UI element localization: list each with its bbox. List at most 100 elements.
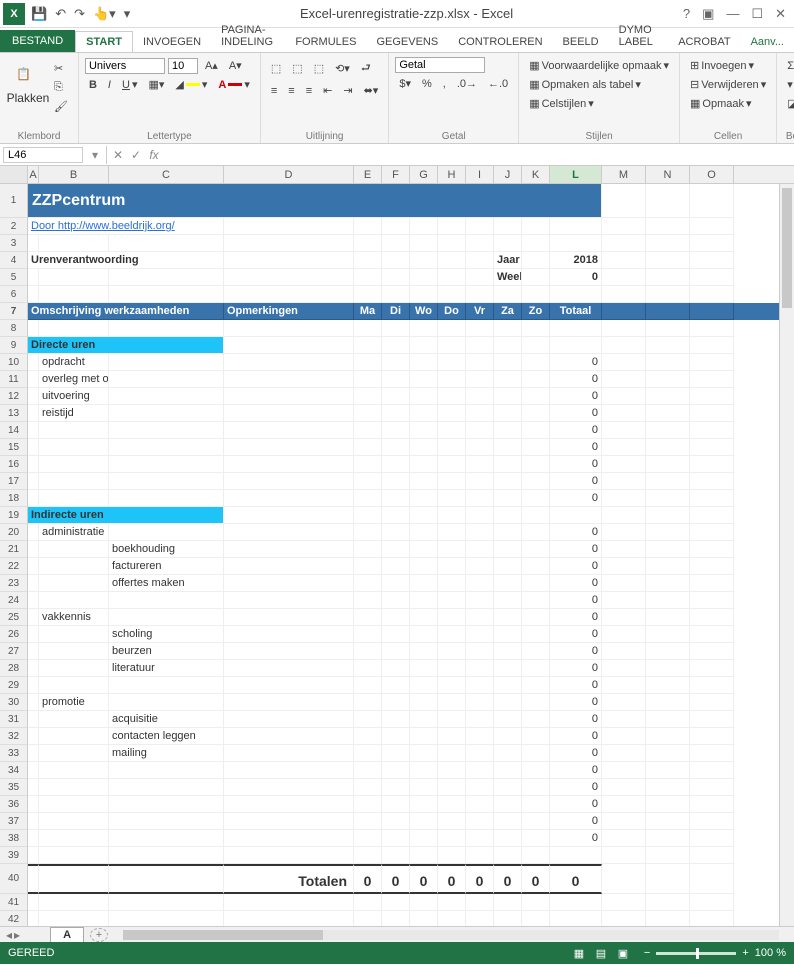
row-header-11[interactable]: 11	[0, 371, 28, 388]
cell[interactable]	[522, 337, 550, 354]
cell[interactable]	[109, 405, 224, 422]
cell[interactable]	[382, 609, 410, 626]
cell[interactable]	[382, 643, 410, 660]
cell[interactable]	[494, 711, 522, 728]
cell[interactable]: 0	[550, 524, 602, 541]
cell[interactable]: mailing	[109, 745, 224, 762]
cell[interactable]	[39, 745, 109, 762]
cell[interactable]	[354, 354, 382, 371]
cell[interactable]	[109, 694, 224, 711]
row-header-31[interactable]: 31	[0, 711, 28, 728]
cell[interactable]	[28, 911, 39, 926]
cell[interactable]	[224, 813, 354, 830]
cell[interactable]	[354, 235, 382, 252]
cell[interactable]	[646, 796, 690, 813]
cell[interactable]	[494, 473, 522, 490]
cell[interactable]: uitvoering	[39, 388, 109, 405]
cell[interactable]	[438, 911, 466, 926]
cell[interactable]	[410, 354, 438, 371]
cell[interactable]	[224, 745, 354, 762]
cond-format-button[interactable]: ▦Voorwaardelijke opmaak ▾	[525, 57, 673, 74]
cell[interactable]	[39, 779, 109, 796]
cell[interactable]	[522, 354, 550, 371]
cell[interactable]	[224, 388, 354, 405]
cell[interactable]	[602, 371, 646, 388]
touch-icon[interactable]: 👆▾	[93, 6, 116, 22]
cell[interactable]	[522, 286, 550, 303]
cell[interactable]	[550, 507, 602, 524]
cell[interactable]	[109, 354, 224, 371]
cell[interactable]	[28, 643, 39, 660]
cell[interactable]	[382, 422, 410, 439]
tab-review[interactable]: CONTROLEREN	[448, 32, 552, 52]
cell[interactable]	[28, 456, 39, 473]
zoom-in-button[interactable]: +	[742, 947, 748, 959]
cell[interactable]	[602, 422, 646, 439]
ribbon-options-icon[interactable]: ▣	[702, 6, 714, 22]
cell-styles-button[interactable]: ▦Celstijlen ▾	[525, 95, 598, 112]
cell[interactable]	[466, 286, 494, 303]
select-all-button[interactable]	[0, 166, 28, 183]
cell[interactable]	[354, 473, 382, 490]
cell[interactable]	[466, 524, 494, 541]
cell[interactable]	[690, 728, 734, 745]
cell[interactable]: 0	[522, 864, 550, 894]
cell[interactable]	[602, 864, 646, 894]
cell[interactable]	[109, 388, 224, 405]
sheet-nav-next[interactable]: ▸	[14, 928, 20, 942]
cell[interactable]	[39, 422, 109, 439]
cell[interactable]	[494, 218, 522, 235]
cell[interactable]	[690, 354, 734, 371]
row-header-27[interactable]: 27	[0, 643, 28, 660]
cell[interactable]	[354, 728, 382, 745]
cell[interactable]	[646, 711, 690, 728]
cell[interactable]	[109, 371, 224, 388]
cell[interactable]	[410, 575, 438, 592]
cell[interactable]	[39, 728, 109, 745]
cell[interactable]	[28, 269, 39, 286]
cell[interactable]	[494, 796, 522, 813]
cell[interactable]	[466, 252, 494, 269]
row-header-39[interactable]: 39	[0, 847, 28, 864]
cell[interactable]	[28, 371, 39, 388]
cell[interactable]	[602, 911, 646, 926]
cell[interactable]	[354, 388, 382, 405]
cell[interactable]	[602, 439, 646, 456]
cell[interactable]	[224, 830, 354, 847]
cell[interactable]	[382, 456, 410, 473]
cell[interactable]	[39, 473, 109, 490]
cell[interactable]	[410, 779, 438, 796]
cancel-formula-button[interactable]: ✕	[109, 148, 127, 162]
cell[interactable]: 0	[550, 864, 602, 894]
currency-button[interactable]: $▾	[395, 75, 415, 92]
horizontal-scrollbar[interactable]	[123, 930, 779, 940]
cell[interactable]	[410, 235, 438, 252]
cell[interactable]	[602, 830, 646, 847]
cell[interactable]	[39, 456, 109, 473]
cell[interactable]	[646, 388, 690, 405]
cell[interactable]	[646, 643, 690, 660]
col-N[interactable]: N	[646, 166, 690, 183]
cell[interactable]	[522, 779, 550, 796]
cell[interactable]: 0	[550, 541, 602, 558]
border-button[interactable]: ▦▾	[144, 76, 168, 93]
cell[interactable]	[39, 911, 109, 926]
row-header-8[interactable]: 8	[0, 320, 28, 337]
cell[interactable]	[438, 779, 466, 796]
author-link[interactable]: Door http://www.beeldrijk.org/	[31, 220, 175, 232]
copy-button[interactable]: ⎘	[50, 79, 72, 96]
vertical-scrollbar[interactable]	[779, 184, 794, 926]
font-size-select[interactable]	[168, 58, 198, 74]
save-icon[interactable]: 💾	[31, 6, 47, 22]
name-box[interactable]	[3, 147, 83, 163]
cell[interactable]	[646, 626, 690, 643]
cell[interactable]	[494, 830, 522, 847]
align-middle-button[interactable]: ⬚	[288, 60, 306, 77]
indent-inc-button[interactable]: ⇥	[339, 82, 356, 99]
row-header-19[interactable]: 19	[0, 507, 28, 524]
cell[interactable]: Zo	[522, 303, 550, 320]
cell[interactable]	[522, 830, 550, 847]
cell[interactable]: overleg met opdrachtgever	[39, 371, 109, 388]
cell[interactable]	[224, 524, 354, 541]
cell[interactable]: 0	[410, 864, 438, 894]
